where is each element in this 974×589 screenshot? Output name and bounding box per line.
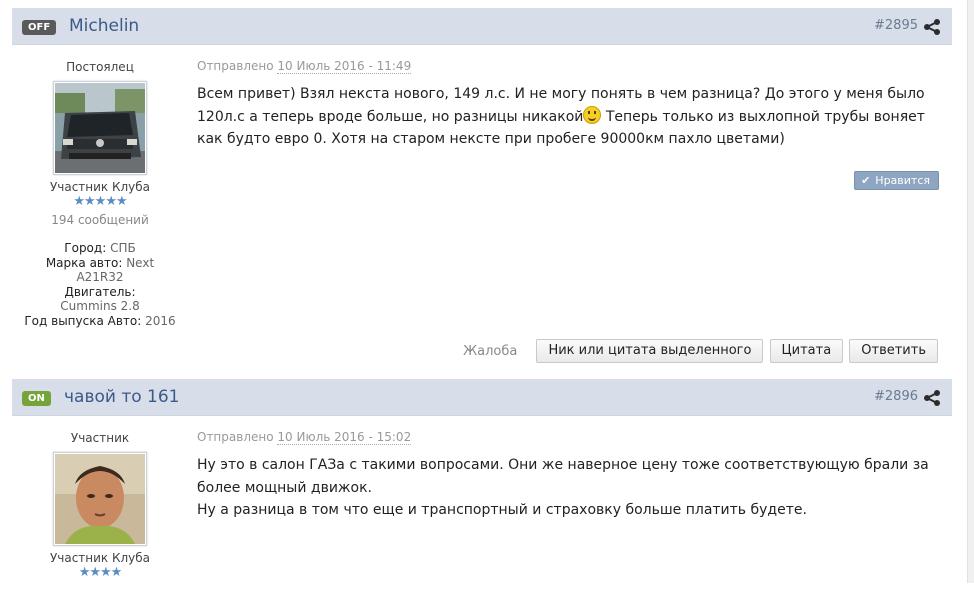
post-body: Всем привет) Взял некста нового, 149 л.с… (197, 86, 925, 147)
avatar[interactable] (53, 81, 147, 175)
field-year: Год выпуска Авто: 2016 (24, 313, 176, 328)
post-actions: Жалоба Ник или цитата выделенного Цитата… (463, 339, 938, 363)
forum-post: OFF Michelin #2895 Постоялец Участник Кл… (12, 8, 952, 370)
field-city: Город: СПБ (64, 241, 136, 255)
field-car: Марка авто: Next A21R32 (45, 255, 155, 285)
field-engine: Двигатель: Cummins 2.8 (60, 284, 140, 314)
avatar-image-van (55, 83, 145, 173)
avatar[interactable] (53, 452, 147, 546)
smiley-icon (583, 105, 602, 124)
post-header: ON чавой то 161 #2896 (12, 379, 952, 416)
rank-stars-icon: ★★★★ (78, 565, 123, 580)
report-link[interactable]: Жалоба (463, 344, 517, 359)
author-link[interactable]: чавой то 161 (64, 387, 180, 407)
avatar-image-portrait (55, 454, 145, 544)
profile-fields: Город: СПБ Марка авто: Next A21R32 Двига… (12, 241, 188, 328)
reply-button[interactable]: Ответить (849, 339, 938, 363)
posted-line: Отправлено 10 Июль 2016 - 15:02 (197, 430, 412, 445)
post-body: Ну это в салон ГАЗа с такими вопросами. … (197, 457, 929, 518)
share-icon[interactable] (923, 389, 941, 407)
member-title: Участник Клуба (49, 180, 151, 194)
status-badge: OFF (22, 20, 57, 35)
member-group: Участник (70, 431, 130, 445)
member-group: Постоялец (66, 60, 134, 74)
nick-quote-button[interactable]: Ник или цитата выделенного (536, 339, 764, 363)
like-button[interactable]: ✔ Нравится (854, 171, 939, 190)
post-header: OFF Michelin #2895 (12, 8, 952, 45)
post-content: Отправлено 10 Июль 2016 - 11:49 Всем при… (197, 45, 941, 151)
rank-stars-icon: ★★★★★ (73, 194, 127, 209)
check-icon: ✔ (861, 174, 871, 187)
scrollbar[interactable] (967, 0, 974, 583)
author-info: Участник Участник Клуба ★★★★ (12, 416, 188, 580)
post-number-link[interactable]: #2895 (874, 18, 918, 33)
post-date[interactable]: 10 Июль 2016 - 11:49 (277, 59, 412, 74)
author-link[interactable]: Michelin (69, 16, 139, 36)
post-number-link[interactable]: #2896 (874, 389, 918, 404)
author-info: Постоялец Участник Клуба ★★★★★ 194 сообщ… (12, 45, 188, 328)
post-count: 194 сообщений (51, 213, 149, 227)
forum-post: ON чавой то 161 #2896 Участник Участник … (12, 379, 952, 589)
share-icon[interactable] (923, 18, 941, 36)
posted-line: Отправлено 10 Июль 2016 - 11:49 (197, 59, 412, 74)
post-content: Отправлено 10 Июль 2016 - 15:02 Ну это в… (197, 416, 941, 522)
member-title: Участник Клуба (49, 551, 151, 565)
post-date[interactable]: 10 Июль 2016 - 15:02 (277, 430, 412, 445)
status-badge: ON (22, 391, 51, 406)
quote-button[interactable]: Цитата (769, 339, 844, 363)
